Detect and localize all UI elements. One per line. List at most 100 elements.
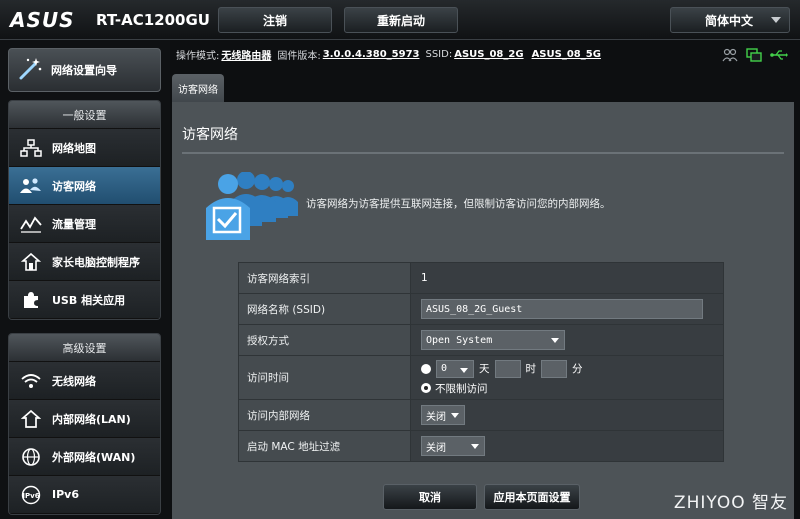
minute-unit: 分 <box>572 363 583 375</box>
guest-network-settings-table: 访客网络索引 1 网络名称 (SSID) ASUS_08_2G_Guest 授权… <box>238 262 724 462</box>
guest-network-panel: 访客网络 访客网络为访客提供互联网连接，但限制访客访问您的内部网络。 访客网络索… <box>172 102 794 519</box>
mac-filter-label: 启动 MAC 地址过滤 <box>238 430 411 462</box>
top-bar: ASUS RT-AC1200GU 注销 重新启动 简体中文 <box>0 0 800 40</box>
ssid-input[interactable]: ASUS_08_2G_Guest <box>421 299 703 319</box>
traffic-icon <box>19 212 43 236</box>
wireless-icon <box>19 369 43 393</box>
page-title: 访客网络 <box>182 127 238 143</box>
apply-button[interactable]: 应用本页面设置 <box>484 484 580 510</box>
divider <box>182 152 784 154</box>
table-row: 启动 MAC 地址过滤 关闭 <box>238 430 724 462</box>
network-map-icon <box>19 136 43 160</box>
ipv6-icon: IPv6 <box>19 483 43 507</box>
ssid-5g-link[interactable]: ASUS_08_5G <box>532 49 601 60</box>
auth-method-value: Open System <box>426 334 493 346</box>
sidebar-item-lan[interactable]: 内部网络(LAN) <box>9 400 160 438</box>
language-select[interactable]: 简体中文 <box>670 7 790 33</box>
sidebar-item-label: 外部网络(WAN) <box>52 450 136 464</box>
sidebar-item-label: 无线网络 <box>52 374 96 388</box>
puzzle-icon <box>19 288 43 312</box>
auth-method-label: 授权方式 <box>238 324 411 356</box>
days-select[interactable]: 0 <box>436 359 474 378</box>
brand-logo: ASUS <box>10 8 75 32</box>
clients-icon[interactable] <box>722 48 738 65</box>
chevron-down-icon <box>551 338 559 343</box>
table-row: 访客网络索引 1 <box>238 262 724 294</box>
table-row: 网络名称 (SSID) ASUS_08_2G_Guest <box>238 293 724 325</box>
reboot-button[interactable]: 重新启动 <box>344 7 458 33</box>
tab-guest-network[interactable]: 访客网络 <box>172 74 224 102</box>
sidebar-item-parental-control[interactable]: 家长电脑控制程序 <box>9 243 160 281</box>
cancel-button[interactable]: 取消 <box>383 484 477 510</box>
network-setup-wizard-button[interactable]: 网络设置向导 <box>8 48 161 92</box>
sidebar-item-ipv6[interactable]: IPv6 IPv6 <box>9 476 160 514</box>
sidebar-item-wireless[interactable]: 无线网络 <box>9 362 160 400</box>
watermark: ZHIYOO 智友 <box>673 493 788 513</box>
sidebar-item-label: 访客网络 <box>52 179 96 193</box>
access-time-label: 访问时间 <box>238 355 411 400</box>
intranet-access-value: 关闭 <box>426 411 446 423</box>
sidebar-item-label: 流量管理 <box>52 217 96 231</box>
access-time-limited-radio[interactable] <box>421 363 431 374</box>
sidebar-item-label: 内部网络(LAN) <box>52 412 131 426</box>
sidebar-item-network-map[interactable]: 网络地图 <box>9 129 160 167</box>
magic-wand-icon <box>17 56 43 85</box>
chevron-down-icon <box>451 413 459 418</box>
table-row: 授权方式 Open System <box>238 324 724 356</box>
language-label: 简体中文 <box>705 13 754 28</box>
general-settings-heading: 一般设置 <box>9 101 160 129</box>
table-row: 访问内部网络 关闭 <box>238 399 724 431</box>
sidebar-item-label: 家长电脑控制程序 <box>52 255 140 269</box>
day-unit: 天 <box>479 363 490 375</box>
firmware-label: 固件版本: <box>277 50 321 62</box>
hour-unit: 时 <box>525 363 537 375</box>
ssid-label: SSID: <box>425 48 453 60</box>
hours-input[interactable] <box>494 359 521 378</box>
guest-network-icon <box>19 174 43 198</box>
chevron-down-icon <box>471 444 479 449</box>
unlimited-label: 不限制访问 <box>435 382 488 395</box>
sidebar-item-usb-app[interactable]: USB 相关应用 <box>9 281 160 319</box>
general-settings-group: 一般设置 网络地图 访客网络 流量管理 家长电脑控制程序 USB 相关应用 <box>8 100 161 320</box>
sidebar-item-guest-network[interactable]: 访客网络 <box>9 167 160 205</box>
advanced-settings-group: 高级设置 无线网络 内部网络(LAN) 外部网络(WAN) IPv6 IPv6 <box>8 333 161 515</box>
mac-filter-value: 关闭 <box>426 442 446 454</box>
mac-filter-select[interactable]: 关闭 <box>421 436 485 456</box>
status-icons <box>722 48 788 65</box>
wizard-label: 网络设置向导 <box>51 64 117 77</box>
internet-status-icon[interactable] <box>746 48 762 65</box>
days-value: 0 <box>441 363 448 374</box>
model-name: RT-AC1200GU <box>96 11 210 29</box>
usb-status-icon[interactable] <box>770 48 788 65</box>
parental-control-icon <box>19 250 43 274</box>
svg-text:IPv6: IPv6 <box>22 492 39 500</box>
guest-network-description: 访客网络为访客提供互联网连接，但限制访客访问您的内部网络。 <box>306 198 611 210</box>
home-icon <box>19 407 43 431</box>
table-row: 访问时间 0 天 时 分 不限制访问 <box>238 355 724 400</box>
sidebar: 网络设置向导 一般设置 网络地图 访客网络 流量管理 家长电脑控制程序 USB … <box>0 40 170 519</box>
index-value: 1 <box>410 262 724 294</box>
intranet-access-label: 访问内部网络 <box>238 399 411 431</box>
intranet-access-select[interactable]: 关闭 <box>421 405 465 425</box>
guest-users-icon <box>200 171 300 247</box>
sidebar-item-traffic-manager[interactable]: 流量管理 <box>9 205 160 243</box>
minutes-input[interactable] <box>541 359 567 378</box>
sidebar-item-label: USB 相关应用 <box>52 293 126 307</box>
ssid-2g-link[interactable]: ASUS_08_2G <box>454 49 523 60</box>
chevron-down-icon <box>771 17 781 23</box>
index-label: 访客网络索引 <box>238 262 411 294</box>
operation-mode-link[interactable]: 无线路由器 <box>221 47 271 62</box>
access-time-unlimited-radio[interactable] <box>421 383 431 393</box>
status-info-bar: 操作模式: 无线路由器 固件版本: 3.0.0.4.380_5973 SSID:… <box>176 44 796 64</box>
chevron-down-icon <box>460 367 468 373</box>
sidebar-item-wan[interactable]: 外部网络(WAN) <box>9 438 160 476</box>
ssid-label: 网络名称 (SSID) <box>238 293 411 325</box>
operation-mode-label: 操作模式: <box>176 50 220 62</box>
advanced-settings-heading: 高级设置 <box>9 334 160 362</box>
sidebar-item-label: IPv6 <box>52 488 79 501</box>
sidebar-item-label: 网络地图 <box>52 141 96 155</box>
firmware-version-link[interactable]: 3.0.0.4.380_5973 <box>323 49 420 60</box>
logout-button[interactable]: 注销 <box>218 7 332 33</box>
auth-method-select[interactable]: Open System <box>421 330 565 350</box>
globe-icon <box>19 445 43 469</box>
